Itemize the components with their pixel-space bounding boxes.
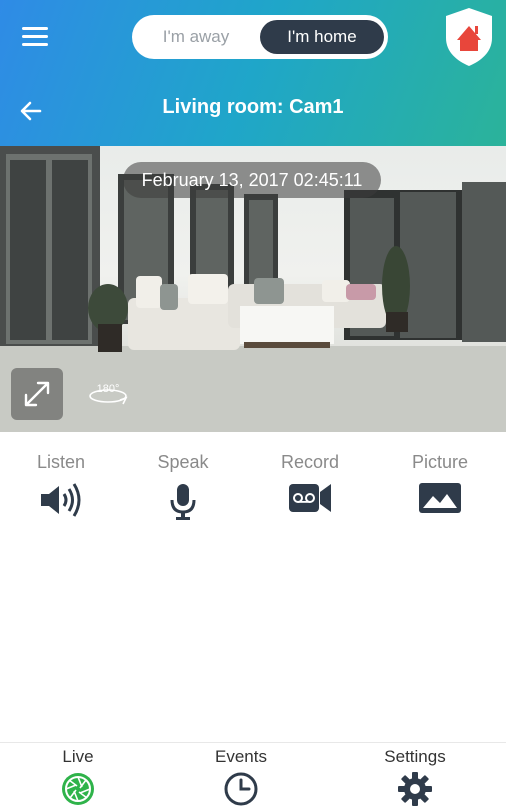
- camera-feed[interactable]: February 13, 2017 02:45:11 180°: [0, 146, 506, 432]
- gear-icon: [398, 772, 432, 806]
- nav-events[interactable]: Events: [181, 747, 301, 812]
- rotate-icon: 180°: [89, 383, 128, 405]
- rotate-label: 180°: [97, 383, 120, 395]
- picture-label: Picture: [411, 452, 469, 472]
- speak-label: Speak: [157, 452, 209, 472]
- rotate-180-button[interactable]: 180°: [86, 378, 130, 408]
- menu-icon[interactable]: [22, 27, 48, 47]
- nav-events-label: Events: [215, 747, 267, 766]
- camera-controls: Listen Speak Record Picture: [0, 452, 506, 532]
- picture-icon: [419, 483, 461, 513]
- nav-live-label: Live: [62, 747, 94, 766]
- away-option[interactable]: I'm away: [140, 20, 252, 54]
- record-icon: [289, 484, 331, 512]
- clock-icon: [224, 772, 258, 806]
- record-control[interactable]: Record: [255, 452, 365, 519]
- fullscreen-button[interactable]: [11, 368, 63, 420]
- listen-label: Listen: [36, 452, 86, 472]
- picture-control[interactable]: Picture: [385, 452, 495, 519]
- home-shield-icon: [446, 8, 492, 66]
- page-title: Living room: Cam1: [162, 96, 344, 118]
- speak-control[interactable]: Speak: [128, 452, 238, 527]
- app-header: I'm away I'm home Living room: Cam1: [0, 0, 506, 146]
- record-label: Record: [280, 452, 340, 472]
- microphone-icon: [170, 484, 196, 520]
- live-icon: [62, 773, 94, 805]
- timestamp-badge: February 13, 2017 02:45:11: [123, 162, 381, 198]
- nav-settings-label: Settings: [384, 747, 446, 766]
- speaker-icon: [41, 483, 81, 517]
- bottom-nav: Live Events Settings: [0, 742, 506, 812]
- listen-control[interactable]: Listen: [6, 452, 116, 523]
- nav-live[interactable]: Live: [18, 747, 138, 812]
- home-option[interactable]: I'm home: [260, 20, 384, 54]
- nav-settings[interactable]: Settings: [355, 747, 475, 812]
- mode-toggle[interactable]: I'm away I'm home: [132, 15, 388, 59]
- expand-icon: [24, 381, 50, 407]
